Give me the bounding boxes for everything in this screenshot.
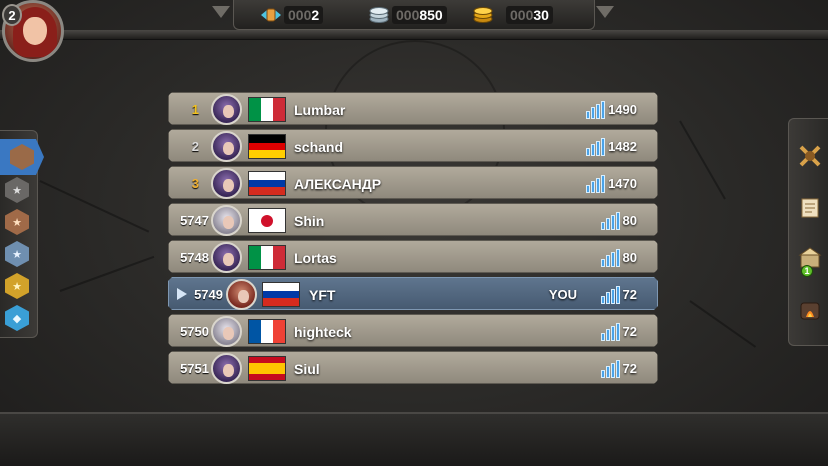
row-rank: 5749 [194,287,223,302]
player-level-badge: 2 [2,4,22,26]
spain-flag-icon [248,356,286,381]
rating-bars-icon [600,211,620,230]
france-flag-icon [248,319,286,344]
leaderboard-row-you[interactable]: 5749 YFT YOU 72 [168,277,658,310]
row-rank: 5750 [180,324,209,339]
league-star-1-tab[interactable]: ★ [2,175,32,205]
star-badge-icon: ★ [5,209,29,235]
leaderboard-row[interactable]: 1 Lumbar 1490 [168,92,658,125]
leaderboard-row[interactable]: 5747 Shin 80 [168,203,658,236]
row-player-name: YFT [309,286,336,303]
row-rank: 3 [191,176,199,191]
row-player-name: schand [294,138,344,155]
rating-bars-icon [586,100,606,119]
row-score: 80 [600,204,637,236]
russia-flag-icon [248,171,286,196]
rating-bars-icon [600,285,620,304]
background-crack [679,120,726,200]
background-crack [39,180,150,233]
hexagon-icon [10,144,34,170]
rating-bars-icon [600,359,620,378]
resource-bar: 000 2 000 850 000 30 [233,0,595,30]
top-frame [0,30,828,40]
background-crack [689,300,757,348]
league-star-gold-tab[interactable]: ★ [2,271,32,301]
silver-coins-icon [366,5,392,25]
player-portrait [211,242,242,273]
japan-flag-icon [248,208,286,233]
furnace-icon[interactable] [795,295,825,325]
italy-flag-icon [248,245,286,270]
you-label: YOU [548,287,577,302]
quests-scroll-icon[interactable] [795,193,825,223]
side-menu: 1 [788,118,828,346]
row-score: 72 [600,278,637,310]
fist-token-counter[interactable]: 000 2 [258,5,324,25]
row-rank: 1 [191,102,199,117]
rating-bars-icon [586,137,606,156]
row-score: 72 [600,315,637,347]
background-crack [59,255,155,292]
row-score: 1470 [586,167,637,199]
row-score: 1490 [586,93,637,125]
player-portrait [211,205,242,236]
germany-flag-icon [248,134,286,159]
russia-flag-icon [262,282,300,307]
league-tabs: ★ ★ ★ ★ ◆ [0,130,44,338]
leaderboard-row[interactable]: 3 АЛЕКСАНДР 1470 [168,166,658,199]
row-player-name: highteck [294,323,352,340]
italy-flag-icon [248,97,286,122]
row-score: 72 [600,352,637,384]
row-score: 80 [600,241,637,273]
player-portrait [211,131,242,162]
silver-coins-counter[interactable]: 000 850 [366,5,447,25]
avatar-face [23,17,47,45]
clan-icon[interactable] [795,141,825,171]
row-rank: 5747 [180,213,209,228]
row-player-name: Siul [294,360,320,377]
diamond-badge-icon: ◆ [5,305,29,331]
row-score: 1482 [586,130,637,162]
league-star-3-tab[interactable]: ★ [2,239,32,269]
row-rank: 5748 [180,250,209,265]
player-portrait [211,316,242,347]
row-player-name: Lumbar [294,101,346,118]
player-portrait [211,168,242,199]
player-portrait [211,94,242,125]
rating-bars-icon [600,322,620,341]
league-diamond-tab[interactable]: ◆ [2,303,32,333]
player-portrait [211,353,242,384]
star-badge-icon: ★ [5,241,29,267]
rating-bars-icon [586,174,606,193]
frame-ornament [212,6,230,18]
leaderboard-row[interactable]: 2 schand 1482 [168,129,658,162]
star-badge-icon: ★ [5,273,29,299]
frame-ornament [596,6,614,18]
leaderboard-row[interactable]: 5748 Lortas 80 [168,240,658,273]
row-rank: 2 [191,139,199,154]
star-badge-icon: ★ [5,177,29,203]
league-hex-bronze-tab[interactable] [0,139,44,175]
player-portrait [226,279,257,310]
fist-token-icon [258,5,284,25]
row-rank: 5751 [180,361,209,376]
leaderboard-row[interactable]: 5750 highteck 72 [168,314,658,347]
bottom-frame [0,412,828,466]
row-player-name: АЛЕКСАНДР [294,175,382,192]
shop-notification-badge: 1 [801,265,813,277]
row-player-name: Lortas [294,249,337,266]
row-player-name: Shin [294,212,325,229]
league-star-2-tab[interactable]: ★ [2,207,32,237]
gold-coins-counter[interactable]: 000 30 [470,5,553,25]
leaderboard-row[interactable]: 5751 Siul 72 [168,351,658,384]
rating-bars-icon [600,248,620,267]
gold-coins-icon [470,5,496,25]
